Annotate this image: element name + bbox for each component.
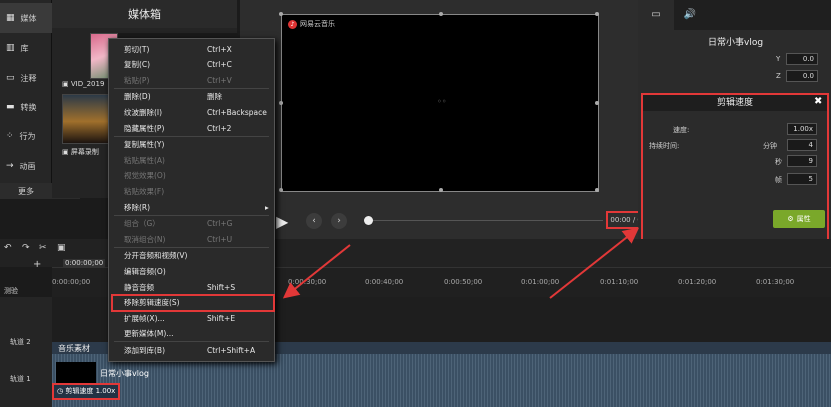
menu-item-shortcut: Ctrl+X: [207, 44, 232, 54]
menu-item-label: 取消组合(N): [124, 234, 166, 244]
menu-item[interactable]: 分开音频和视频(V): [109, 248, 274, 264]
menu-item[interactable]: 纹波删除(I) Ctrl+Backspace: [109, 104, 274, 120]
menu-item-label: 隐藏属性(P): [124, 123, 165, 133]
menu-item[interactable]: 复制属性(Y): [109, 137, 274, 153]
menu-item-label: 分开音频和视频(V): [124, 251, 188, 261]
menu-item-shortcut: Shift+S: [207, 282, 236, 292]
context-menu: 剪切(T) Ctrl+X 复制(C) Ctrl+C 粘贴(P) Ctrl+V 删除(D) 删除…: [108, 38, 275, 362]
menu-item: 粘贴效果(F): [109, 183, 274, 199]
menu-item-label: 复制(C): [124, 60, 151, 70]
submenu-arrow-icon: ▸: [265, 202, 269, 212]
menu-item-label: 纹波删除(I): [124, 107, 163, 117]
menu-item[interactable]: 移除剪辑速度(S): [109, 293, 275, 312]
menu-item: 组合（G） Ctrl+G: [109, 216, 274, 232]
menu-item-label: 粘贴(P): [124, 75, 150, 85]
menu-item[interactable]: 删除(D) 删除: [109, 89, 274, 105]
menu-item[interactable]: 复制(C) Ctrl+C: [109, 57, 274, 73]
menu-item-shortcut: Shift+E: [207, 313, 236, 323]
menu-item-label: 粘贴效果(F): [124, 186, 165, 196]
menu-item-label: 移除(R): [124, 202, 151, 212]
menu-item: 视觉效果(O): [109, 168, 274, 184]
menu-item-label: 删除(D): [124, 92, 151, 102]
menu-item-label: 扩展帧(X)...: [124, 313, 165, 323]
highlight-box: [111, 293, 275, 312]
menu-item-shortcut: Ctrl+Backspace: [207, 107, 267, 117]
menu-item-shortcut: Ctrl+G: [207, 219, 233, 229]
menu-item-label: 视觉效果(O): [124, 171, 166, 181]
menu-item-label: 复制属性(Y): [124, 140, 165, 150]
menu-item-shortcut: Ctrl+2: [207, 123, 232, 133]
menu-item[interactable]: 移除(R) ▸: [109, 199, 274, 215]
menu-item[interactable]: 扩展帧(X)... Shift+E: [109, 310, 274, 326]
menu-item-shortcut: Ctrl+C: [207, 60, 232, 70]
menu-item: 取消组合(N) Ctrl+U: [109, 231, 274, 247]
menu-item-shortcut: Ctrl+V: [207, 75, 232, 85]
menu-item-shortcut: Ctrl+U: [207, 234, 233, 244]
menu-item[interactable]: 编辑音频(O): [109, 263, 274, 279]
menu-item-label: 添加到库(B): [124, 345, 165, 355]
menu-item-label: 粘贴属性(A): [124, 155, 165, 165]
menu-item-label: 剪切(T): [124, 44, 150, 54]
menu-item-label: 组合（G）: [124, 219, 160, 229]
menu-item-shortcut: Ctrl+Shift+A: [207, 345, 256, 355]
menu-item: 粘贴(P) Ctrl+V: [109, 72, 274, 88]
arrow: [549, 227, 640, 299]
menu-item-shortcut: 删除: [207, 92, 222, 102]
menu-item-label: 更新媒体(M)...: [124, 329, 174, 339]
menu-item[interactable]: 剪切(T) Ctrl+X: [109, 41, 274, 57]
arrow: [282, 244, 351, 299]
menu-item-label: 编辑音频(O): [124, 266, 166, 276]
menu-item[interactable]: 添加到库(B) Ctrl+Shift+A: [109, 342, 274, 358]
menu-item[interactable]: 更新媒体(M)...: [109, 326, 274, 342]
menu-item[interactable]: 隐藏属性(P) Ctrl+2: [109, 120, 274, 136]
menu-item[interactable]: 静音音频 Shift+S: [109, 279, 274, 295]
menu-item: 粘贴属性(A): [109, 152, 274, 168]
menu-item-label: 静音音频: [124, 282, 154, 292]
